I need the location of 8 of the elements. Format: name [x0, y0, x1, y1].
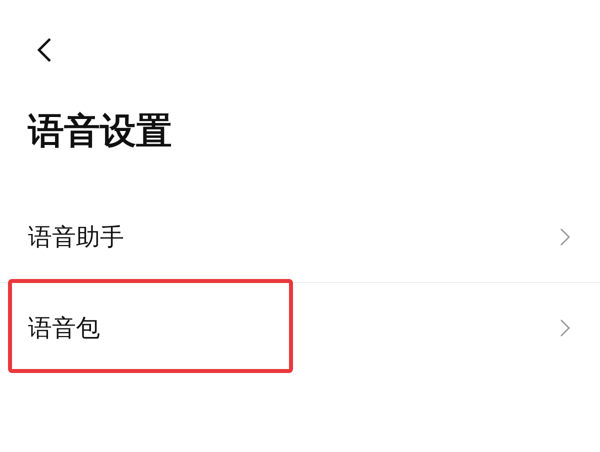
- settings-row[interactable]: 语音助手: [0, 192, 600, 283]
- row-label: 语音包: [28, 313, 100, 344]
- settings-row[interactable]: 语音包: [0, 283, 600, 373]
- chevron-icon: [560, 319, 570, 337]
- row-label: 语音助手: [28, 222, 124, 253]
- back-icon[interactable]: [36, 37, 52, 63]
- page-title: 语音设置: [26, 110, 173, 154]
- chevron-icon: [560, 228, 570, 246]
